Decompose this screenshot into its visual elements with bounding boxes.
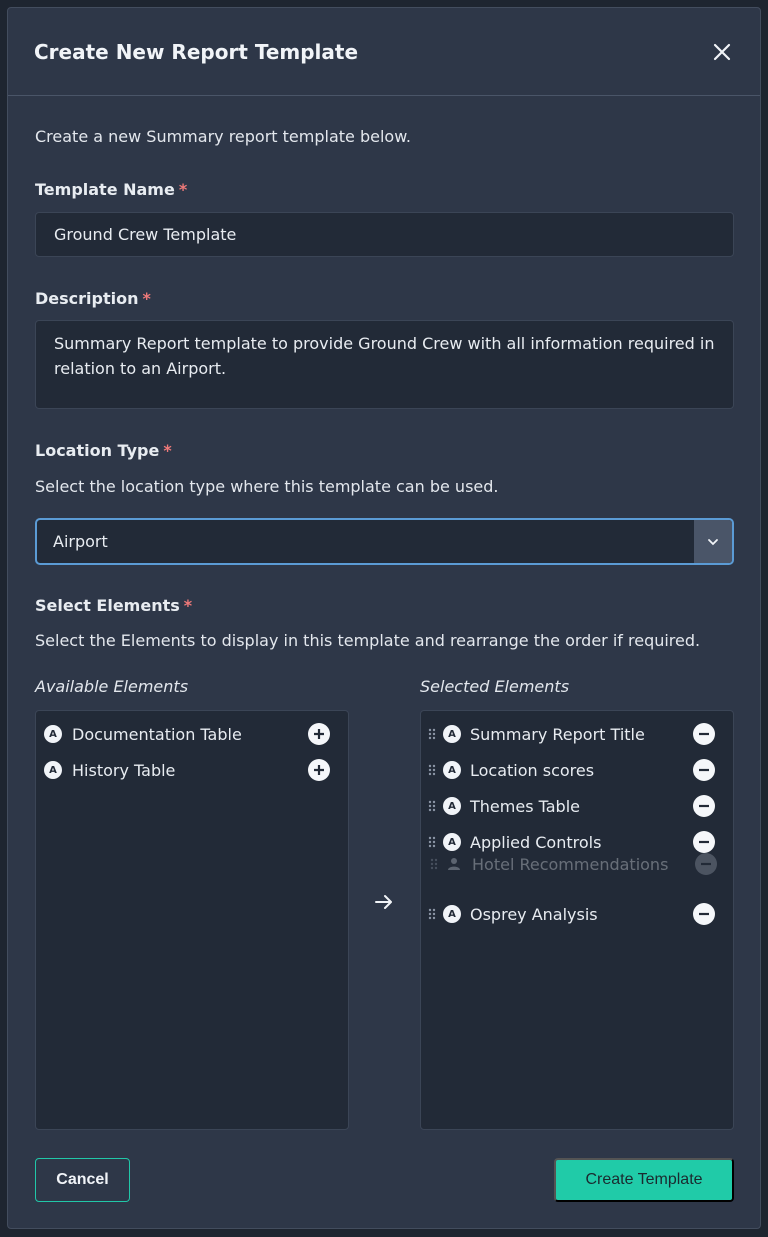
location-type-help: Select the location type where this temp…: [35, 477, 499, 496]
template-name-input[interactable]: Ground Crew Template: [35, 212, 734, 257]
required-mark: *: [183, 596, 193, 615]
location-type-label: Location Type *: [35, 441, 172, 460]
drag-handle-icon[interactable]: [425, 764, 439, 776]
drag-handle-icon[interactable]: [425, 836, 439, 848]
a-badge-icon: A: [443, 905, 461, 923]
drag-handle-icon[interactable]: [425, 728, 439, 740]
available-elements-list: A Documentation Table A History Table: [35, 710, 349, 1130]
location-type-select[interactable]: Airport: [35, 518, 734, 565]
dragging-item-label: Hotel Recommendations: [472, 854, 669, 874]
a-badge-icon: A: [443, 797, 461, 815]
remove-circle-icon[interactable]: [693, 903, 715, 925]
chevron-down-icon[interactable]: [694, 520, 732, 563]
dialog-header: Create New Report Template: [8, 8, 760, 96]
remove-circle-icon[interactable]: [693, 759, 715, 781]
dragging-item[interactable]: Hotel Recommendations: [421, 849, 733, 879]
selected-elements-label: Selected Elements: [420, 677, 570, 696]
create-template-button[interactable]: Create Template: [554, 1158, 734, 1202]
template-name-value: Ground Crew Template: [54, 225, 237, 244]
selected-item-label: Themes Table: [470, 796, 580, 816]
close-icon[interactable]: [710, 40, 734, 64]
available-item-label: History Table: [72, 760, 176, 780]
selected-item-label: Location scores: [470, 760, 595, 780]
description-label: Description *: [35, 289, 151, 308]
template-name-label: Template Name *: [35, 180, 188, 199]
drag-handle-icon: [427, 858, 441, 870]
select-elements-label: Select Elements *: [35, 596, 193, 615]
remove-circle-icon[interactable]: [693, 723, 715, 745]
description-value: Summary Report template to provide Groun…: [54, 334, 715, 378]
drag-handle-icon[interactable]: [425, 800, 439, 812]
available-elements-label: Available Elements: [35, 677, 189, 696]
selected-elements-list: A Summary Report Title A Location scores…: [420, 710, 734, 1130]
add-circle-icon[interactable]: [308, 759, 330, 781]
selected-item[interactable]: A Location scores: [421, 755, 733, 785]
selected-item[interactable]: A Osprey Analysis: [421, 899, 733, 929]
available-item: A Documentation Table: [36, 719, 348, 749]
description-textarea[interactable]: Summary Report template to provide Groun…: [35, 320, 734, 409]
person-icon: [445, 855, 463, 873]
a-badge-icon: A: [44, 725, 62, 743]
background-page: [761, 0, 768, 1237]
required-mark: *: [142, 289, 151, 308]
selected-item-label: Summary Report Title: [470, 724, 645, 744]
remove-circle-icon[interactable]: [693, 795, 715, 817]
required-mark: *: [163, 441, 172, 460]
select-elements-help: Select the Elements to display in this t…: [35, 631, 701, 650]
a-badge-icon: A: [44, 761, 62, 779]
add-circle-icon[interactable]: [308, 723, 330, 745]
available-item: A History Table: [36, 755, 348, 785]
cancel-button[interactable]: Cancel: [35, 1158, 130, 1202]
remove-circle-icon: [695, 853, 717, 875]
required-mark: *: [178, 180, 188, 199]
selected-item[interactable]: A Themes Table: [421, 791, 733, 821]
dialog-intro: Create a new Summary report template bel…: [35, 127, 411, 146]
available-item-label: Documentation Table: [72, 724, 242, 744]
location-type-value: Airport: [53, 532, 108, 551]
drag-handle-icon[interactable]: [425, 908, 439, 920]
dialog-title: Create New Report Template: [34, 39, 359, 64]
a-badge-icon: A: [443, 725, 461, 743]
arrow-right-icon: [375, 895, 392, 909]
a-badge-icon: A: [443, 761, 461, 779]
create-template-dialog: Create New Report Template Create a new …: [7, 7, 761, 1229]
selected-item-label: Osprey Analysis: [470, 904, 598, 924]
selected-item[interactable]: A Summary Report Title: [421, 719, 733, 749]
